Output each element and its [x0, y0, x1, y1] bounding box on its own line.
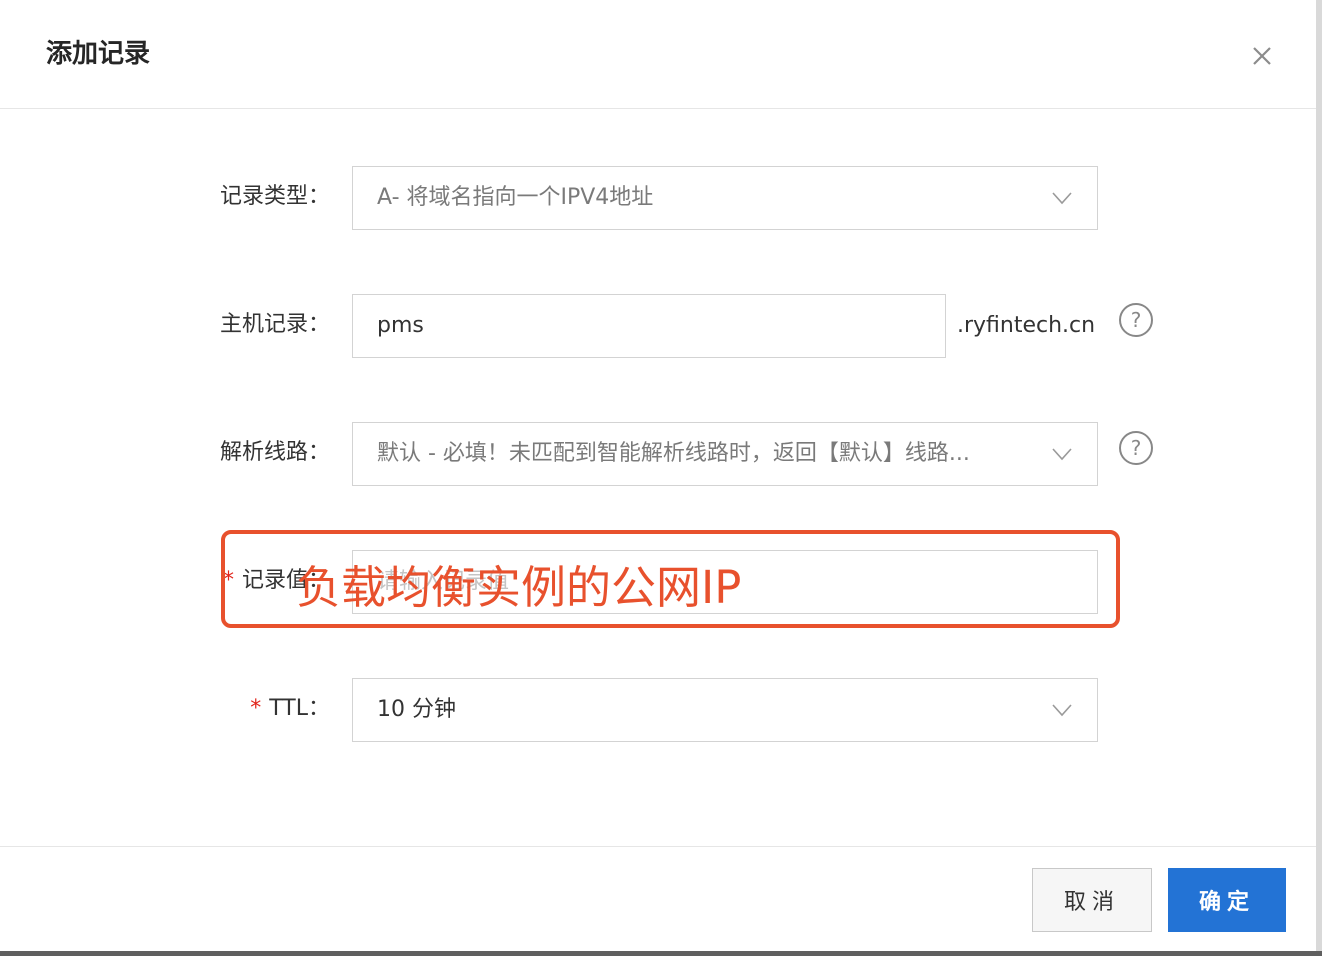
host-record-value: pms: [377, 313, 424, 338]
chevron-down-icon: [1051, 187, 1073, 209]
resolve-line-label: 解析线路：: [219, 440, 330, 465]
close-icon[interactable]: [1246, 40, 1278, 72]
required-mark: *: [250, 696, 262, 721]
host-record-input[interactable]: pms: [352, 294, 946, 358]
svg-text:?: ?: [1131, 308, 1142, 332]
ttl-value: 10 分钟: [377, 697, 456, 722]
confirm-button[interactable]: 确定: [1168, 868, 1286, 932]
ttl-label-text: TTL：: [269, 696, 330, 721]
add-record-dialog: 添加记录 记录类型： A- 将域名指向一个IPV4地址 主机记录： pms .r…: [0, 0, 1316, 951]
header-divider: [0, 108, 1316, 109]
background-edge-bottom: [0, 951, 1322, 956]
dialog-title: 添加记录: [46, 39, 151, 69]
resolve-line-value: 默认 - 必填！未匹配到智能解析线路时，返回【默认】线路...: [377, 441, 970, 466]
record-type-label: 记录类型：: [219, 184, 330, 209]
record-type-select[interactable]: A- 将域名指向一个IPV4地址: [352, 166, 1098, 230]
host-record-label: 主机记录：: [219, 312, 330, 337]
domain-suffix: .ryfintech.cn: [957, 313, 1096, 338]
footer-divider: [0, 846, 1316, 847]
cancel-button[interactable]: 取消: [1032, 868, 1152, 932]
ttl-label: * TTL：: [250, 694, 330, 724]
background-edge-right: [1316, 0, 1322, 956]
chevron-down-icon: [1051, 443, 1073, 465]
resolve-line-select[interactable]: 默认 - 必填！未匹配到智能解析线路时，返回【默认】线路...: [352, 422, 1098, 486]
chevron-down-icon: [1051, 699, 1073, 721]
question-circle-icon[interactable]: ?: [1118, 302, 1154, 338]
record-type-value: A- 将域名指向一个IPV4地址: [377, 185, 654, 210]
annotation-text: 负载均衡实例的公网IP: [296, 561, 742, 614]
question-circle-icon[interactable]: ?: [1118, 430, 1154, 466]
ttl-select[interactable]: 10 分钟: [352, 678, 1098, 742]
svg-text:?: ?: [1131, 436, 1142, 460]
